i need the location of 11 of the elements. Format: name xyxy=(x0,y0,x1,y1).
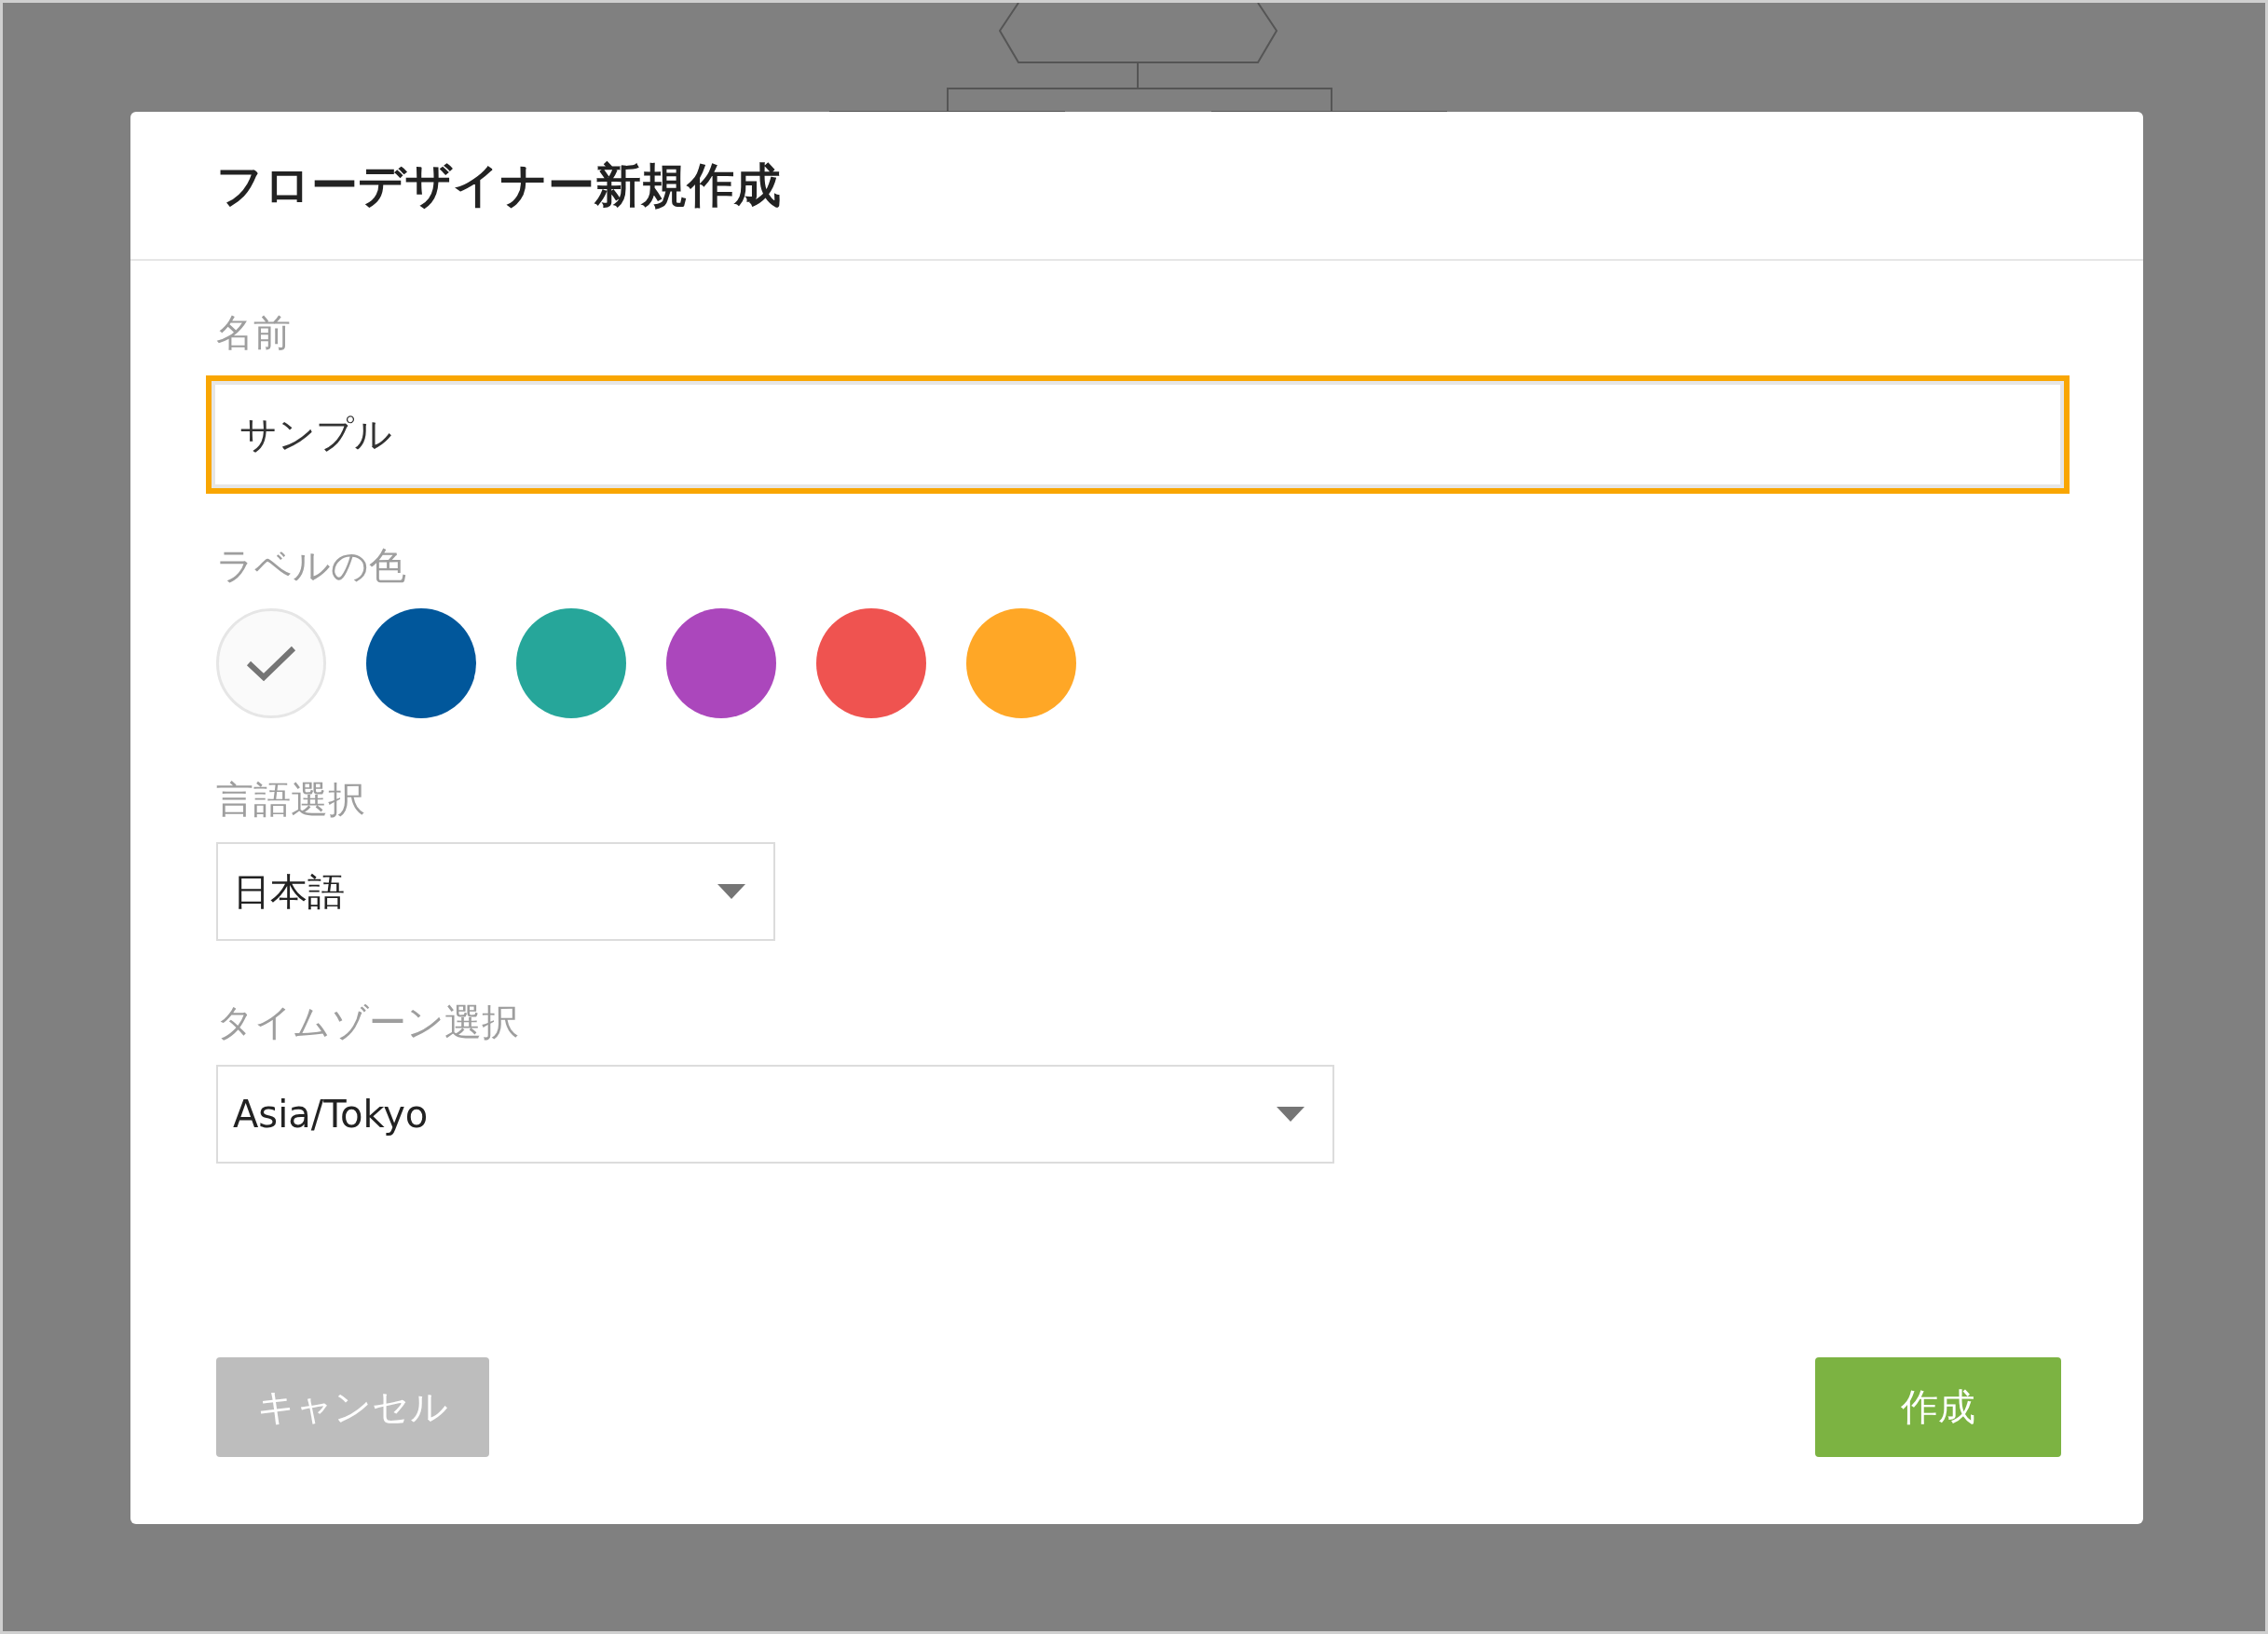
name-input-field[interactable]: サンプル xyxy=(206,375,2070,494)
field-label: 言語選択 xyxy=(216,777,366,823)
dialog-title: フローデザイナー新規作成 xyxy=(216,157,781,214)
dropdown-caret-icon xyxy=(717,884,745,899)
field-label: 名前 xyxy=(216,310,292,356)
language-select[interactable]: 日本語 xyxy=(216,842,775,941)
field-label: ラベルの色 xyxy=(216,543,407,589)
field-label: タイムゾーン選択 xyxy=(216,1000,520,1045)
timezone-select[interactable]: Asia/Tokyo xyxy=(216,1065,1334,1164)
checkmark-icon xyxy=(246,645,296,682)
dropdown-caret-icon xyxy=(1277,1107,1305,1122)
